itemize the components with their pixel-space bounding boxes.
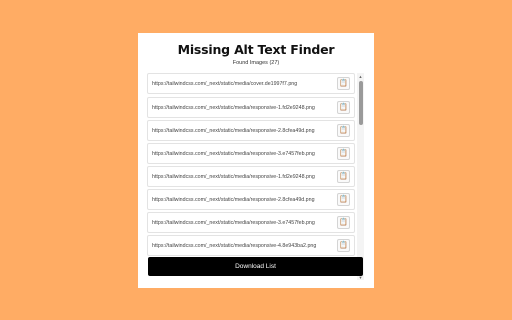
copy-url-button[interactable]: 📋 <box>337 193 350 206</box>
extension-panel: Missing Alt Text Finder Found Images (27… <box>138 33 374 288</box>
copy-url-button[interactable]: 📋 <box>337 147 350 160</box>
scrollbar-thumb[interactable] <box>358 81 363 125</box>
copy-url-button[interactable]: 📋 <box>337 216 350 229</box>
image-list-item: https://tailwindcss.com/_next/static/med… <box>147 189 355 210</box>
image-url: https://tailwindcss.com/_next/static/med… <box>152 80 298 87</box>
download-list-button[interactable]: Download List <box>148 257 363 276</box>
scroll-up-arrow-icon[interactable]: ▲ <box>357 73 364 79</box>
image-list-item: https://tailwindcss.com/_next/static/med… <box>147 120 355 141</box>
image-url: https://tailwindcss.com/_next/static/med… <box>152 104 315 111</box>
clipboard-icon: 📋 <box>339 242 348 249</box>
clipboard-icon: 📋 <box>339 80 348 87</box>
copy-url-button[interactable]: 📋 <box>337 239 350 252</box>
copy-url-button[interactable]: 📋 <box>337 124 350 137</box>
image-list[interactable]: https://tailwindcss.com/_next/static/med… <box>147 73 355 280</box>
image-url: https://tailwindcss.com/_next/static/med… <box>152 150 315 157</box>
image-url: https://tailwindcss.com/_next/static/med… <box>152 242 317 249</box>
clipboard-icon: 📋 <box>339 173 348 180</box>
image-url: https://tailwindcss.com/_next/static/med… <box>152 173 315 180</box>
clipboard-icon: 📋 <box>339 150 348 157</box>
image-list-item: https://tailwindcss.com/_next/static/med… <box>147 166 355 187</box>
image-list-container: https://tailwindcss.com/_next/static/med… <box>147 73 364 280</box>
clipboard-icon: 📋 <box>339 219 348 226</box>
image-list-item: https://tailwindcss.com/_next/static/med… <box>147 212 355 233</box>
copy-url-button[interactable]: 📋 <box>337 77 350 90</box>
clipboard-icon: 📋 <box>339 104 348 111</box>
app-title: Missing Alt Text Finder <box>177 42 335 57</box>
clipboard-icon: 📋 <box>339 127 348 134</box>
clipboard-icon: 📋 <box>339 196 348 203</box>
image-list-item: https://tailwindcss.com/_next/static/med… <box>147 143 355 164</box>
copy-url-button[interactable]: 📋 <box>337 170 350 183</box>
image-list-item: https://tailwindcss.com/_next/static/med… <box>147 97 355 118</box>
image-url: https://tailwindcss.com/_next/static/med… <box>152 219 315 226</box>
list-scrollbar[interactable]: ▲ ▼ <box>357 73 364 280</box>
image-list-item: https://tailwindcss.com/_next/static/med… <box>147 73 355 94</box>
image-list-item: https://tailwindcss.com/_next/static/med… <box>147 235 355 256</box>
image-url: https://tailwindcss.com/_next/static/med… <box>152 127 315 134</box>
image-url: https://tailwindcss.com/_next/static/med… <box>152 196 315 203</box>
found-images-count: Found Images (27) <box>232 60 280 66</box>
copy-url-button[interactable]: 📋 <box>337 101 350 114</box>
